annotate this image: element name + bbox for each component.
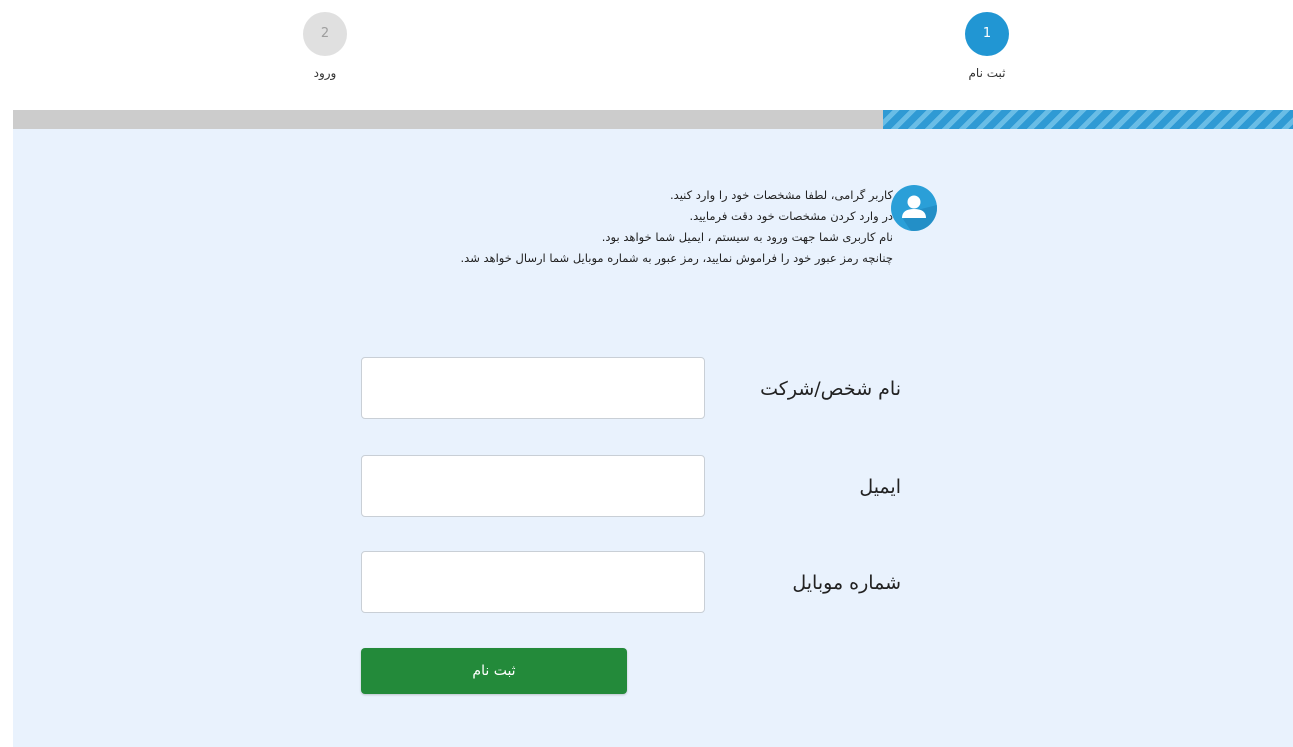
name-input[interactable] bbox=[361, 357, 705, 419]
step-1-label: ثبت نام bbox=[968, 66, 1006, 80]
step-register: 1 ثبت نام bbox=[932, 12, 1042, 80]
info-line: چنانچه رمز عبور خود را فراموش نمایید، رم… bbox=[460, 251, 894, 265]
email-field-row: ایمیل bbox=[361, 455, 901, 519]
register-button[interactable]: ثبت نام bbox=[361, 648, 627, 694]
user-avatar-icon bbox=[891, 185, 937, 231]
mobile-field-row: شماره موبایل bbox=[361, 551, 901, 615]
mobile-input[interactable] bbox=[361, 551, 705, 613]
registration-panel: کاربر گرامی، لطفا مشخصات خود را وارد کنی… bbox=[13, 129, 1293, 747]
info-line: کاربر گرامی، لطفا مشخصات خود را وارد کنی… bbox=[670, 188, 893, 202]
email-input[interactable] bbox=[361, 455, 705, 517]
name-label: نام شخص/شرکت bbox=[760, 378, 901, 400]
step-2-number: 2 bbox=[303, 12, 347, 56]
step-2-label: ورود bbox=[313, 66, 337, 80]
step-login: 2 ورود bbox=[270, 12, 380, 80]
step-1-number: 1 bbox=[965, 12, 1009, 56]
progress-bar-fill bbox=[883, 110, 1293, 129]
info-line: نام کاربری شما جهت ورود به سیستم ، ایمیل… bbox=[601, 230, 893, 244]
email-label: ایمیل bbox=[859, 476, 901, 498]
progress-bar bbox=[13, 110, 1293, 129]
name-field-row: نام شخص/شرکت bbox=[361, 357, 901, 421]
info-message: کاربر گرامی، لطفا مشخصات خود را وارد کنی… bbox=[333, 185, 894, 269]
mobile-label: شماره موبایل bbox=[792, 572, 901, 594]
info-line: در وارد کردن مشخصات خود دقت فرمایید. bbox=[689, 209, 893, 223]
